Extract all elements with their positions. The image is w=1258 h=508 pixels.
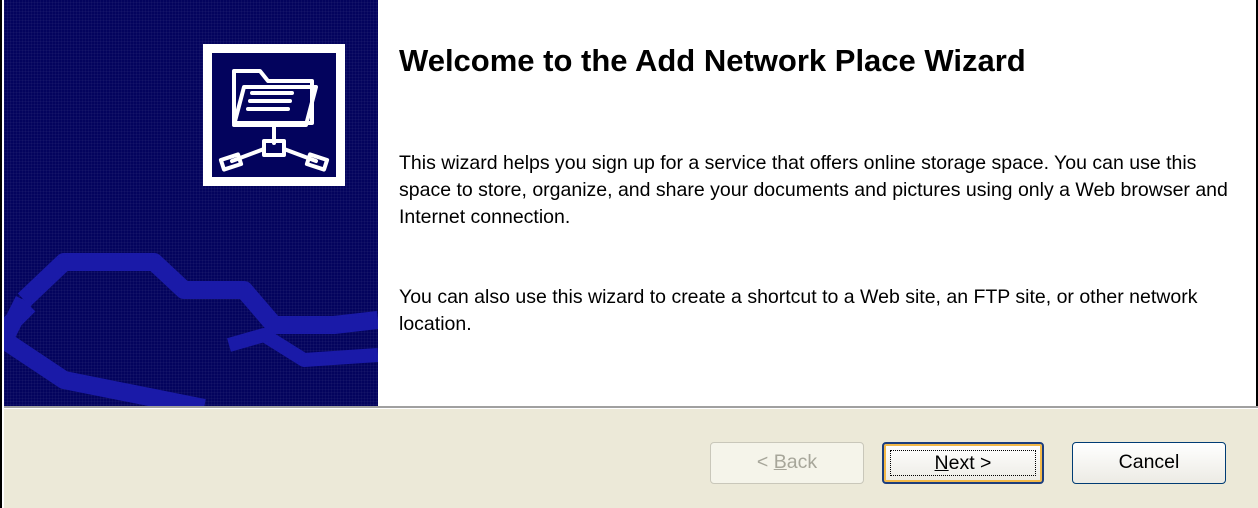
wizard-content: Welcome to the Add Network Place Wizard … [378,0,1256,408]
wizard-icon-frame [203,44,345,186]
wizard-description-paragraph-2: You can also use this wizard to create a… [399,286,1198,335]
back-button-label: < Back [756,451,818,473]
cancel-button[interactable]: Cancel [1072,442,1226,484]
wizard-side-panel [4,0,378,408]
back-button[interactable]: < Back [710,442,864,484]
wizard-window: Welcome to the Add Network Place Wizard … [0,0,1258,508]
next-button[interactable]: Next > [882,442,1044,484]
wizard-description-paragraph: This wizard helps you sign up for a serv… [399,152,1228,228]
wizard-title: Welcome to the Add Network Place Wizard [399,43,1026,78]
network-folder-icon [212,53,336,177]
wizard-button-bar: < Back Next > Cancel [4,409,1258,508]
next-button-label: Next > [934,452,992,474]
cancel-button-label: Cancel [1118,451,1180,473]
